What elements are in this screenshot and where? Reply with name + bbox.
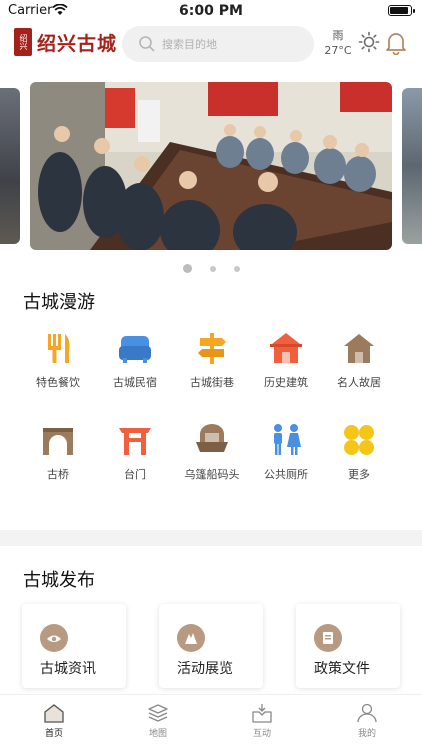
bell-icon[interactable] [386, 31, 406, 55]
tour-item-label: 台门 [124, 468, 146, 481]
tour-item-label: 更多 [348, 468, 370, 481]
weather-condition: 雨 [332, 29, 344, 42]
publish-card[interactable]: 政策文件 [296, 604, 400, 688]
logo-text: 绍兴古城 [37, 32, 118, 55]
profile-icon [337, 703, 397, 723]
status-bar: Carrier 6:00 PM [0, 0, 422, 22]
meeting-photo [30, 82, 392, 250]
tour-item-more[interactable]: 更多 [322, 422, 396, 482]
tab-label: 首页 [44, 729, 63, 739]
weather-temp: 27°C [324, 44, 352, 57]
tour-item-label: 乌篷船码头 [184, 468, 240, 481]
home-icon [24, 703, 84, 723]
weather-widget[interactable]: 雨 27°C [322, 28, 354, 58]
tour-section-title: 古城漫游 [23, 292, 95, 313]
house-icon [341, 330, 377, 366]
tour-item-boat[interactable]: 乌篷船码头 [175, 422, 249, 482]
signpost-icon [194, 330, 230, 366]
search-input[interactable] [162, 37, 302, 51]
publish-card[interactable]: 活动展览 [159, 604, 263, 688]
tour-item-label: 公共厕所 [264, 468, 308, 481]
tab-profile[interactable]: 我的 [337, 703, 397, 739]
header: 绍兴 绍兴古城 雨 27°C [0, 22, 422, 66]
logo-seal: 绍兴 [14, 28, 32, 56]
search-icon [139, 36, 155, 52]
tour-item-house[interactable]: 名人故居 [322, 330, 396, 390]
document-icon [314, 624, 342, 652]
tour-item-building[interactable]: 历史建筑 [249, 330, 323, 390]
battery-icon [388, 5, 415, 16]
tour-item-label: 历史建筑 [264, 376, 308, 389]
tab-label: 地图 [148, 729, 167, 739]
search-bar[interactable] [122, 26, 314, 62]
tour-item-bed[interactable]: 古城民宿 [98, 330, 172, 390]
interact-icon [232, 703, 292, 723]
eye-icon [40, 624, 68, 652]
tab-map[interactable]: 地图 [128, 703, 188, 739]
carousel-slide-meeting-photo[interactable] [30, 82, 392, 250]
tour-item-bridge[interactable]: 古桥 [21, 422, 95, 482]
building-icon [268, 330, 304, 366]
tour-item-restroom[interactable]: 公共厕所 [249, 422, 323, 482]
tour-item-label: 古城民宿 [113, 376, 157, 389]
bed-icon [117, 330, 153, 366]
tour-item-label: 名人故居 [337, 376, 381, 389]
sun-icon[interactable] [358, 31, 380, 53]
carousel-prev-slide[interactable] [0, 88, 20, 244]
tab-home[interactable]: 首页 [24, 703, 84, 739]
tab-interact[interactable]: 互动 [232, 703, 292, 739]
clock: 6:00 PM [179, 3, 243, 19]
bridge-icon [40, 422, 76, 458]
section-divider [0, 530, 422, 546]
carousel-dot[interactable] [233, 265, 240, 272]
carousel-pagination [0, 264, 422, 273]
gate-icon [117, 422, 153, 458]
more-icon [341, 422, 377, 458]
tour-item-label: 特色餐饮 [36, 376, 80, 389]
publish-card[interactable]: 古城资讯 [22, 604, 126, 688]
tour-item-utensils[interactable]: 特色餐饮 [21, 330, 95, 390]
carousel-dot[interactable] [182, 264, 192, 273]
tour-item-gate[interactable]: 台门 [98, 422, 172, 482]
app-logo[interactable]: 绍兴 绍兴古城 [14, 28, 117, 56]
map-icon [128, 703, 188, 723]
publish-cards: 古城资讯 活动展览 政策文件 [0, 604, 422, 688]
restroom-icon [268, 422, 304, 458]
tour-item-label: 古城街巷 [190, 376, 234, 389]
boat-icon [194, 422, 230, 458]
carousel-next-slide[interactable] [402, 88, 422, 244]
carousel-dot[interactable] [209, 265, 216, 272]
tab-label: 互动 [252, 729, 271, 739]
banner-carousel[interactable] [0, 82, 422, 250]
tour-item-label: 古桥 [47, 468, 69, 481]
bottom-tab-bar: 首页 地图 互动 我的 [0, 694, 422, 750]
tour-item-signpost[interactable]: 古城街巷 [175, 330, 249, 390]
publish-card-label: 政策文件 [314, 661, 370, 677]
battery-level [390, 7, 408, 14]
tab-label: 我的 [357, 729, 376, 739]
publish-card-label: 古城资讯 [40, 661, 96, 677]
publish-section-title: 古城发布 [23, 570, 95, 591]
publish-card-label: 活动展览 [177, 661, 233, 677]
exhibition-icon [177, 624, 205, 652]
utensils-icon [40, 330, 76, 366]
